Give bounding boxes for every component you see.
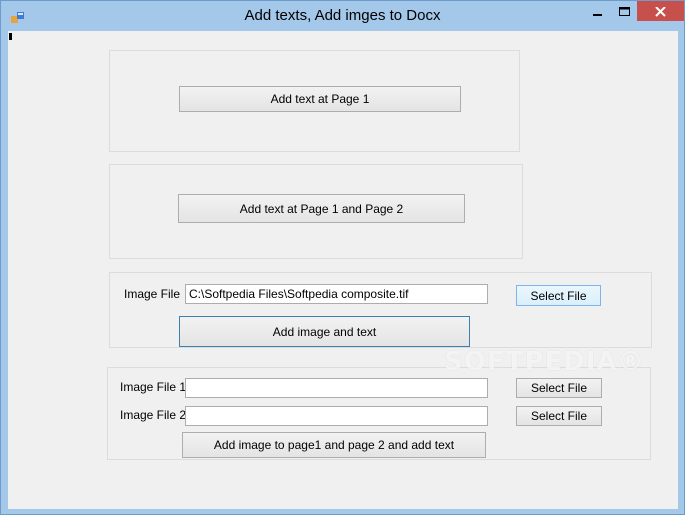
add-text-page1-page2-button[interactable]: Add text at Page 1 and Page 2	[178, 194, 465, 223]
minimize-icon	[593, 2, 603, 21]
close-icon	[655, 2, 666, 21]
maximize-button[interactable]	[611, 1, 637, 21]
select-file-button[interactable]: Select File	[516, 285, 601, 306]
add-image-two-pages-button[interactable]: Add image to page1 and page 2 and add te…	[182, 432, 486, 458]
client-area: Add text at Page 1 Add text at Page 1 an…	[8, 31, 678, 509]
title-bar[interactable]: Add texts, Add imges to Docx	[1, 1, 684, 31]
add-text-page1-button[interactable]: Add text at Page 1	[179, 86, 461, 112]
select-file-2-button[interactable]: Select File	[516, 406, 602, 426]
image-file-1-input[interactable]	[185, 378, 488, 398]
text-cursor-marker	[9, 33, 12, 40]
maximize-icon	[618, 2, 630, 21]
image-file-2-label: Image File 2	[120, 408, 187, 422]
image-file-input[interactable]: C:\Softpedia Files\Softpedia composite.t…	[185, 284, 488, 304]
image-file-2-input[interactable]	[185, 406, 488, 426]
minimize-button[interactable]	[585, 1, 611, 21]
image-file-label: Image File	[124, 287, 181, 301]
window-title: Add texts, Add imges to Docx	[244, 7, 441, 24]
select-file-1-button[interactable]: Select File	[516, 378, 602, 398]
close-button[interactable]	[637, 1, 684, 21]
image-file-1-label: Image File 1	[120, 380, 187, 394]
app-window: Add texts, Add imges to Docx Add text at…	[0, 0, 685, 515]
add-image-and-text-button[interactable]: Add image and text	[179, 316, 470, 347]
